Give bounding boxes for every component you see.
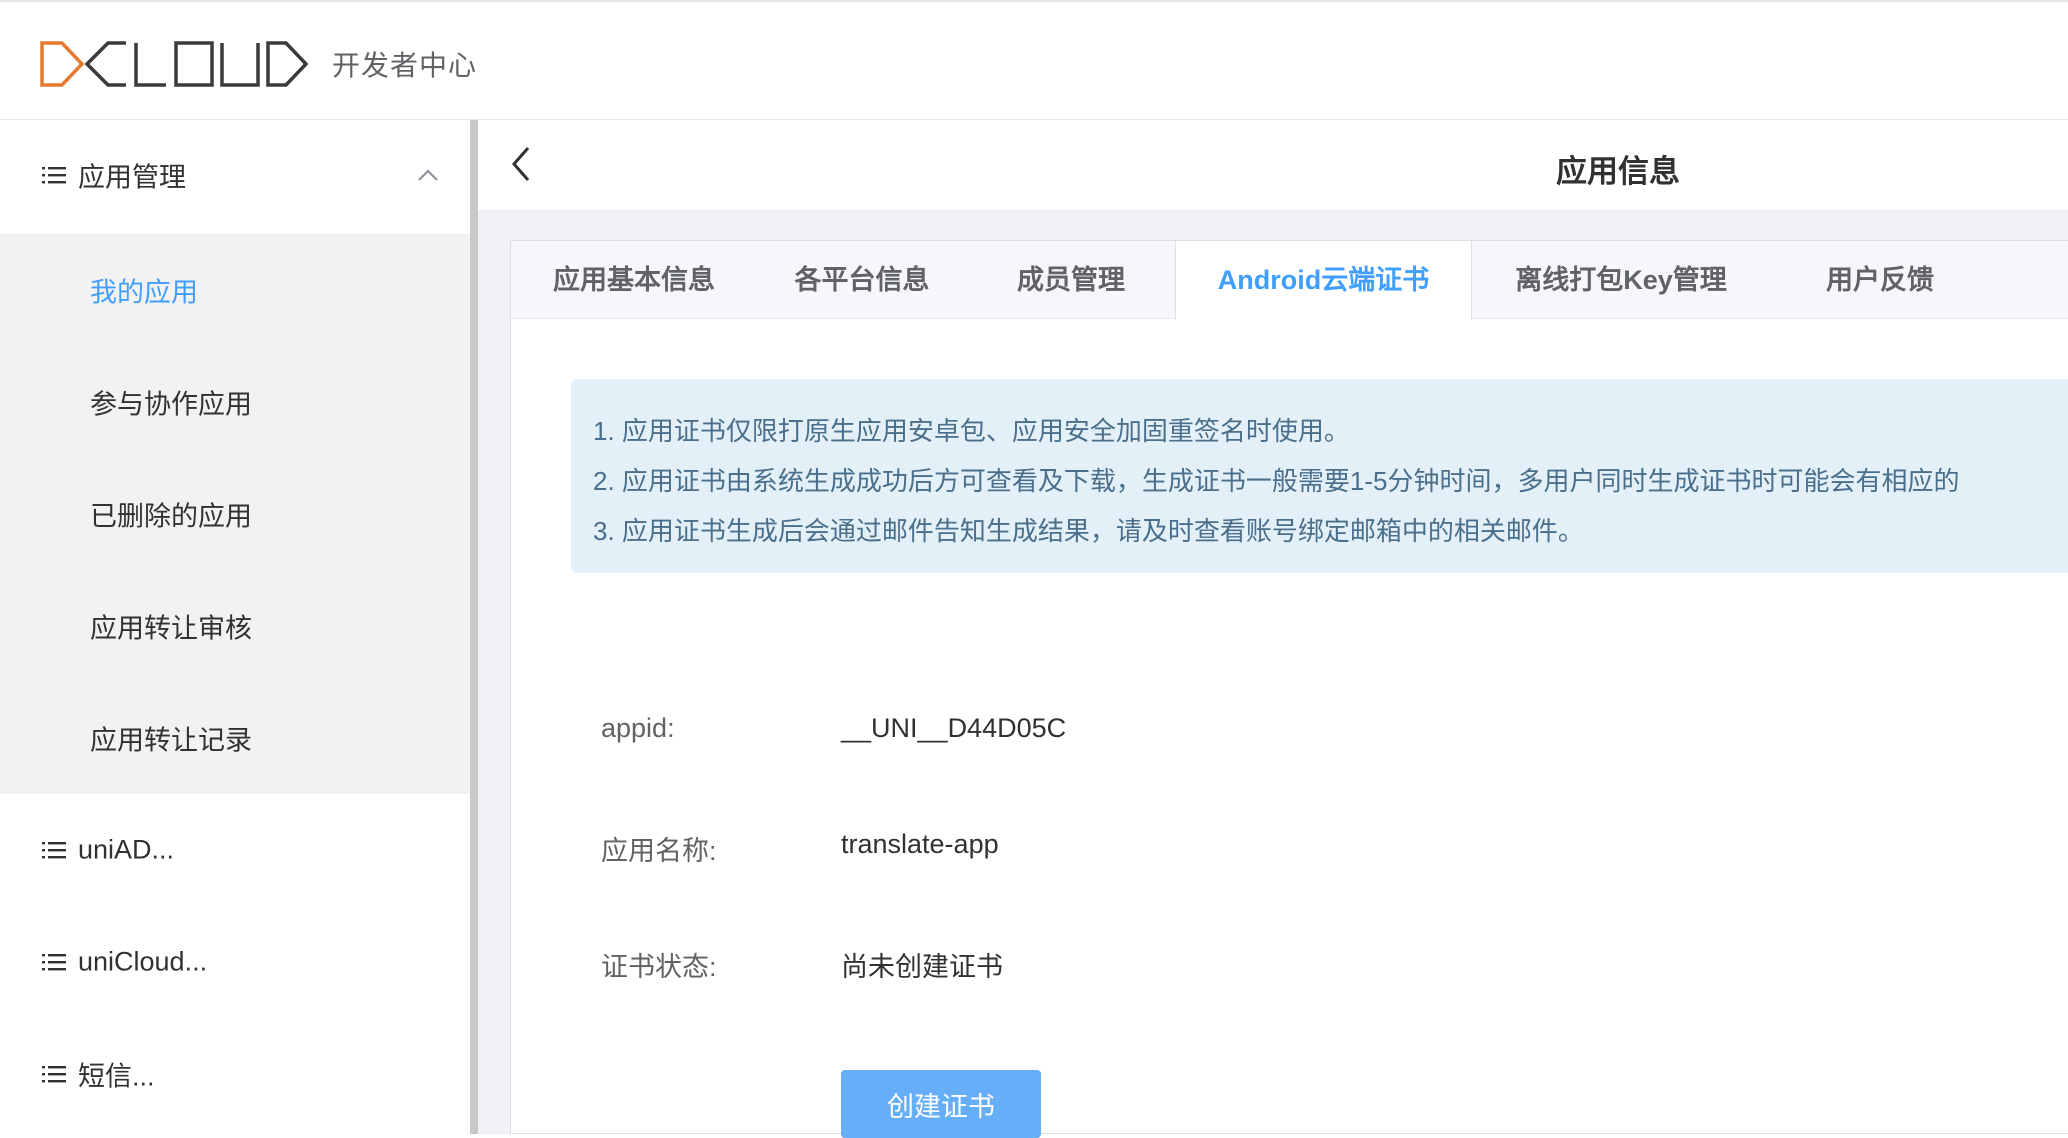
sidebar-item-label: 应用转让审核 [90,613,252,644]
notice-line: 2. 应用证书由系统生成成功后方可查看及下载，生成证书一般需要1-5分钟时间，多… [593,466,1960,496]
cert-status-value: 尚未创建证书 [841,952,1003,982]
sidebar-item-label: 应用转让记录 [90,725,252,756]
sidebar-scrollbar[interactable] [470,120,478,1134]
list-icon [42,167,66,184]
app-name-value: translate-app [841,829,999,859]
notice-line: 3. 应用证书生成后会通过邮件告知生成结果，请及时查看账号绑定邮箱中的相关邮件。 [593,516,1584,546]
notice-line: 1. 应用证书仅限打原生应用安卓包、应用安全加固重签名时使用。 [593,416,1350,446]
sidebar-item-deleted-apps[interactable]: 已删除的应用 [0,458,470,570]
tab-basic-info[interactable]: 应用基本信息 [511,241,757,319]
tab-offline-key[interactable]: 离线打包Key管理 [1472,241,1770,319]
page-header: 应用信息 [478,120,2068,210]
page-title: 应用信息 [1556,154,1680,189]
tab-bar: 应用基本信息 各平台信息 成员管理 Android云端证书 离线打包Key管理 … [511,241,2068,320]
app-info-card: 应用基本信息 各平台信息 成员管理 Android云端证书 离线打包Key管理 … [510,240,2068,1138]
menu-group-label: 短信... [78,1061,155,1092]
sidebar-item-label: 已删除的应用 [90,501,252,532]
sidebar: 应用管理 我的应用 参与协作应用 已删除的应用 应用转让审核 应用转让记录 un… [0,120,470,1134]
sidebar-item-my-apps[interactable]: 我的应用 [0,234,470,346]
dcloud-logo[interactable] [40,40,330,88]
sidebar-item-transfer-records[interactable]: 应用转让记录 [0,682,470,794]
list-icon [42,842,66,859]
create-cert-button[interactable]: 创建证书 [841,1070,1041,1138]
developer-center-subtitle: 开发者中心 [332,50,478,81]
tab-feedback[interactable]: 用户反馈 [1770,241,1990,319]
menu-group-unicloud[interactable]: uniCloud... [0,907,470,1017]
sidebar-item-label: 参与协作应用 [90,389,252,420]
list-icon [42,1066,66,1083]
menu-group-label: uniCloud... [78,946,208,977]
menu-group-label: 应用管理 [78,162,186,193]
appid-value: __UNI__D44D05C [841,713,1067,743]
top-bar: 开发者中心 [0,0,2068,120]
sidebar-item-label: 我的应用 [90,277,198,308]
menu-group-uniad[interactable]: uniAD... [0,795,470,905]
tab-platform-info[interactable]: 各平台信息 [757,241,967,319]
sidebar-item-collab-apps[interactable]: 参与协作应用 [0,346,470,458]
app-submenu: 我的应用 参与协作应用 已删除的应用 应用转让审核 应用转让记录 [0,234,470,794]
app-name-label: 应用名称: [601,836,717,866]
cert-status-label: 证书状态: [601,952,717,982]
main-content: 应用信息 应用基本信息 各平台信息 成员管理 Android云端证书 离线打包K… [478,120,2068,1138]
menu-group-label: uniAD... [78,834,175,865]
appid-label: appid: [601,713,675,743]
chevron-left-icon[interactable] [506,144,536,184]
list-icon [42,954,66,971]
tab-android-cert[interactable]: Android云端证书 [1175,241,1472,320]
menu-group-sms[interactable]: 短信... [0,1019,470,1129]
chevron-up-icon[interactable] [416,167,440,183]
tab-members[interactable]: 成员管理 [967,241,1175,319]
cert-notice: 1. 应用证书仅限打原生应用安卓包、应用安全加固重签名时使用。 2. 应用证书由… [571,379,2068,573]
sidebar-item-transfer-review[interactable]: 应用转让审核 [0,570,470,682]
menu-group-app-management[interactable]: 应用管理 [0,120,470,230]
